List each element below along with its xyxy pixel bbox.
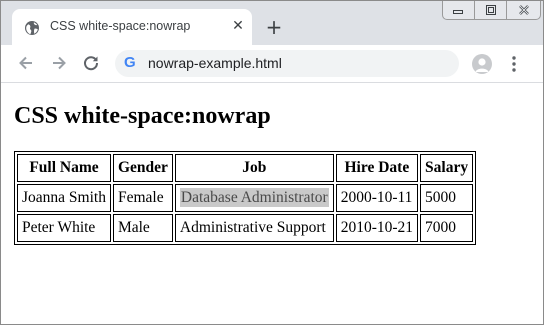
cell-gender: Female (112, 184, 173, 212)
back-arrow-icon[interactable] (17, 54, 35, 72)
close-icon[interactable]: ✕ (230, 18, 246, 34)
close-window-button[interactable] (507, 1, 541, 20)
close-window-icon (518, 5, 529, 15)
browser-toolbar: G nowrap-example.html (1, 45, 543, 83)
table-row: Joanna Smith Female Database Administrat… (17, 184, 474, 212)
cell-hire-date: 2000-10-11 (335, 184, 419, 212)
maximize-button[interactable] (474, 1, 508, 20)
header-hire-date: Hire Date (335, 154, 419, 182)
header-full-name: Full Name (17, 154, 111, 182)
menu-kebab-icon[interactable] (510, 55, 518, 73)
cell-salary: 5000 (420, 184, 474, 212)
cell-full-name: Joanna Smith (17, 184, 111, 212)
cell-salary: 7000 (420, 214, 474, 242)
cell-gender: Male (112, 214, 173, 242)
page-content: CSS white-space:nowrap Full Name Gender … (1, 83, 543, 324)
header-gender: Gender (112, 154, 173, 182)
url-text: nowrap-example.html (148, 55, 282, 71)
address-bar[interactable]: G nowrap-example.html (115, 50, 459, 77)
tab-strip: CSS white-space:nowrap ✕ + (1, 1, 543, 45)
header-job: Job (174, 154, 334, 182)
employee-table: Full Name Gender Job Hire Date Salary Jo… (14, 151, 477, 245)
forward-arrow-icon[interactable] (50, 54, 68, 72)
cell-job: Administrative Support (174, 214, 334, 242)
window-controls (442, 1, 541, 21)
header-salary: Salary (420, 154, 474, 182)
table-row: Peter White Male Administrative Support … (17, 214, 474, 242)
table-header-row: Full Name Gender Job Hire Date Salary (17, 154, 474, 182)
google-icon: G (124, 54, 136, 71)
person-icon (475, 58, 489, 72)
tab-title: CSS white-space:nowrap (50, 19, 191, 33)
minimize-icon (453, 10, 464, 14)
new-tab-button[interactable]: + (264, 17, 284, 37)
profile-avatar-icon[interactable] (472, 54, 492, 74)
maximize-icon (485, 5, 496, 15)
tab-active[interactable]: CSS white-space:nowrap ✕ (12, 9, 252, 45)
cell-hire-date: 2010-10-21 (335, 214, 419, 242)
cell-job: Database Administrator (174, 184, 334, 212)
minimize-button[interactable] (442, 1, 475, 20)
highlighted-text: Database Administrator (179, 188, 329, 207)
page-title: CSS white-space:nowrap (14, 103, 271, 129)
globe-icon (25, 21, 39, 35)
browser-window: CSS white-space:nowrap ✕ + G nowrap-exam… (0, 0, 544, 325)
cell-full-name: Peter White (17, 214, 111, 242)
reload-icon[interactable] (82, 54, 100, 72)
